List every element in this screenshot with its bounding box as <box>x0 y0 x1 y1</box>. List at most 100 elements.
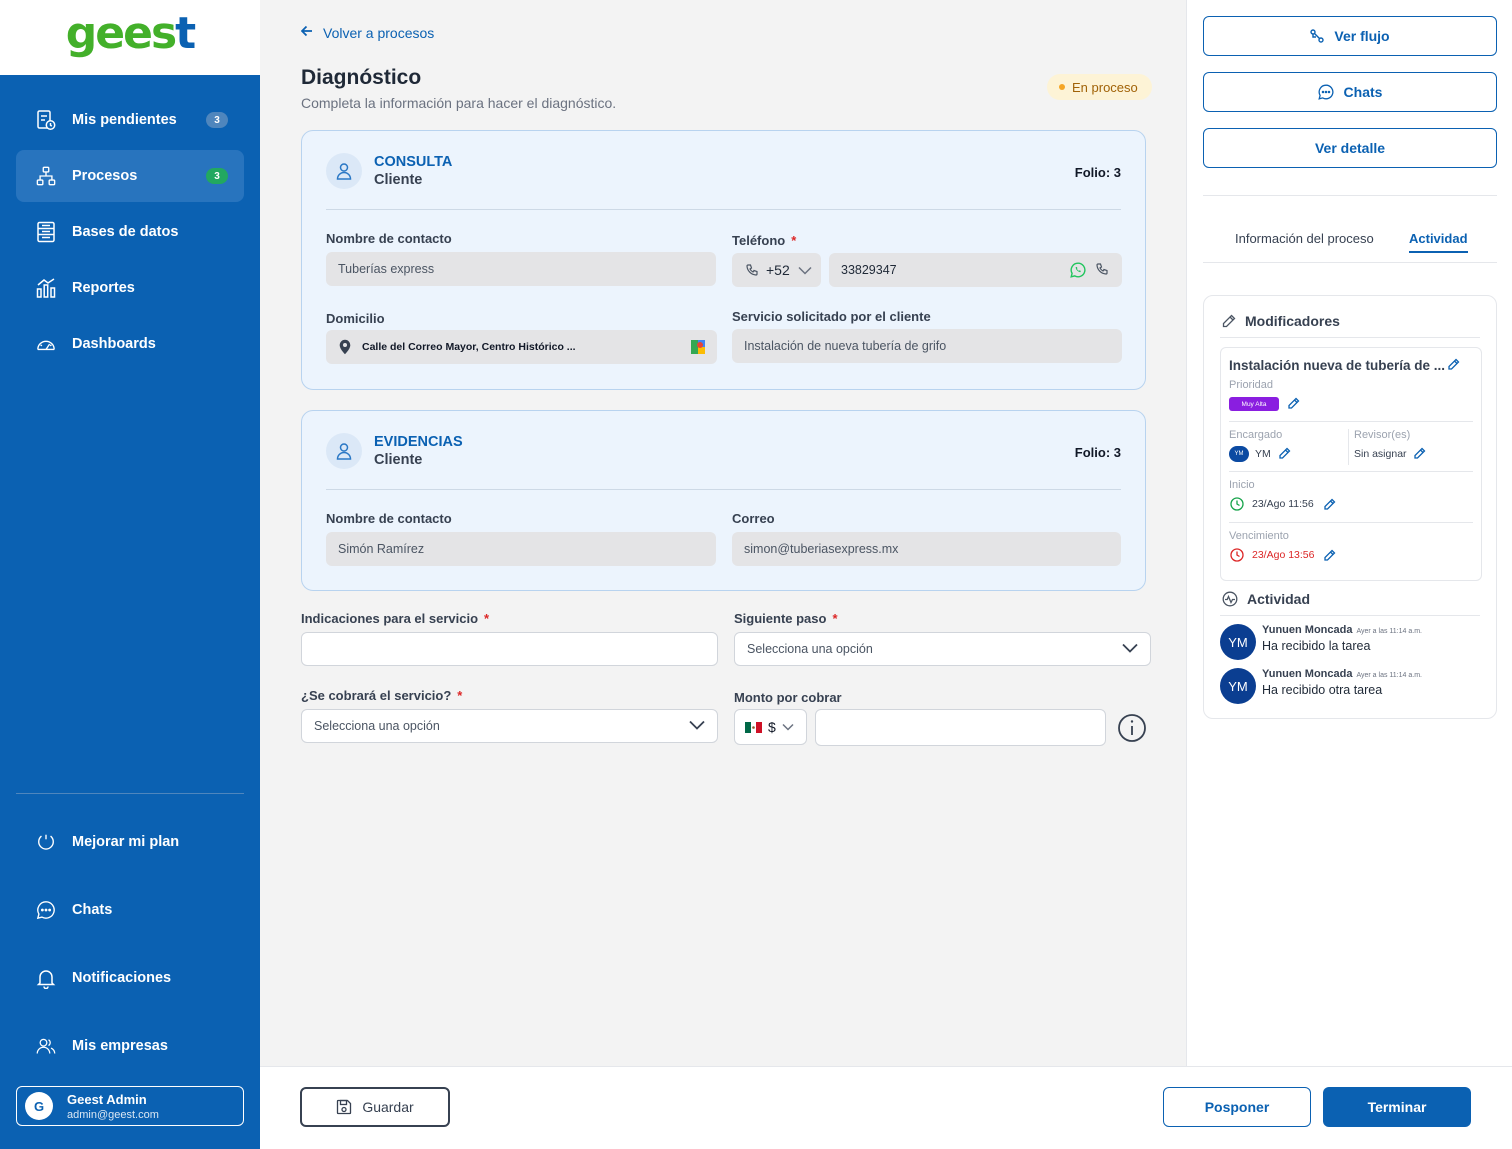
assignee-value: YM <box>1255 448 1271 460</box>
card-divider <box>326 209 1121 210</box>
activity-message: Ha recibido la tarea <box>1262 639 1371 653</box>
card-header: CONSULTA Cliente <box>326 153 452 189</box>
contact-name-field[interactable]: Simón Ramírez <box>326 532 716 566</box>
folio-label: Folio: 3 <box>1074 445 1121 460</box>
charge-service-select[interactable]: Selecciona una opción <box>301 709 718 743</box>
sidebar-item-chats[interactable]: Chats <box>16 884 244 936</box>
edit-title-pencil-icon[interactable] <box>1447 358 1460 371</box>
whatsapp-icon[interactable] <box>1070 262 1086 278</box>
edit-due-pencil-icon[interactable] <box>1323 549 1336 562</box>
power-upgrade-icon <box>36 831 56 853</box>
activity-item: YM Yunuen Moncada Ayer a las 11:14 a.m. H… <box>1220 624 1422 660</box>
amount-input[interactable] <box>815 709 1106 746</box>
activity-item: YM Yunuen Moncada Ayer a las 11:14 a.m. H… <box>1220 668 1422 704</box>
view-flow-button[interactable]: Ver flujo <box>1203 16 1497 56</box>
activity-pulse-icon <box>1222 591 1238 607</box>
geest-logo[interactable]: geest <box>66 8 196 59</box>
process-count-badge: 3 <box>206 168 228 184</box>
sidebar-item-dashboards[interactable]: Dashboards <box>16 318 244 370</box>
page-title: Diagnóstico <box>301 66 422 89</box>
user-icon <box>326 433 362 469</box>
postpone-button[interactable]: Posponer <box>1163 1087 1311 1127</box>
card-subtitle: Cliente <box>374 172 423 188</box>
tab-process-info[interactable]: Información del proceso <box>1235 231 1374 246</box>
user-email: admin@geest.com <box>67 1108 159 1121</box>
avatar: YM <box>1220 668 1256 704</box>
user-info: Geest Admin admin@geest.com <box>67 1092 159 1121</box>
email-field[interactable]: simon@tuberiasexpress.mx <box>732 532 1121 566</box>
card-title: EVIDENCIAS <box>374 434 463 450</box>
contact-name-field[interactable]: Tuberías express <box>326 252 716 286</box>
user-name: Geest Admin <box>67 1091 147 1107</box>
mexico-flag-icon <box>745 721 762 733</box>
panel-divider <box>1203 195 1497 196</box>
sidebar-item-mejorar-plan[interactable]: Mejorar mi plan <box>16 816 244 868</box>
save-button[interactable]: Guardar <box>300 1087 450 1127</box>
phone-number-value: 33829347 <box>841 263 897 277</box>
sidebar-bottom-nav: Mejorar mi plan Chats Notificaciones Mis… <box>0 812 260 1088</box>
call-icon[interactable] <box>1096 263 1108 275</box>
sidebar-item-mis-pendientes[interactable]: Mis pendientes 3 <box>16 94 244 146</box>
sidebar-item-reportes[interactable]: Reportes <box>16 262 244 314</box>
card-titles: EVIDENCIAS Cliente <box>374 434 463 468</box>
chevron-down-icon <box>689 719 705 733</box>
user-icon <box>326 153 362 189</box>
next-step-placeholder: Selecciona una opción <box>747 642 873 656</box>
currency-select[interactable]: $ <box>734 709 807 745</box>
start-label: Inicio <box>1229 479 1255 491</box>
back-link-label: Volver a procesos <box>323 24 435 41</box>
action-footer: Guardar Posponer Terminar <box>260 1066 1512 1149</box>
sidebar-item-notificaciones[interactable]: Notificaciones <box>16 952 244 1004</box>
finish-button[interactable]: Terminar <box>1323 1087 1471 1127</box>
database-list-icon <box>36 221 56 243</box>
activity-author: Yunuen Moncada Ayer a las 11:14 a.m. <box>1262 624 1422 636</box>
edit-start-pencil-icon[interactable] <box>1323 498 1336 511</box>
info-icon[interactable] <box>1117 713 1147 743</box>
service-requested-field[interactable]: Instalación de nueva tubería de grifo <box>732 329 1122 363</box>
modifiers-heading: Modificadores <box>1222 313 1340 329</box>
edit-assignee-pencil-icon[interactable] <box>1278 447 1291 460</box>
avatar: YM <box>1220 624 1256 660</box>
status-dot <box>1059 84 1065 90</box>
sidebar-item-mis-empresas[interactable]: Mis empresas <box>16 1020 244 1072</box>
page-subtitle: Completa la información para hacer el di… <box>301 95 617 111</box>
process-tree-icon <box>36 165 56 187</box>
card-subtitle: Cliente <box>374 452 423 468</box>
view-detail-label: Ver detalle <box>1314 140 1386 156</box>
section-divider <box>1220 337 1480 338</box>
phone-code-select[interactable]: +52 <box>732 253 821 287</box>
bell-icon <box>36 967 56 989</box>
address-value: Calle del Correo Mayor, Centro Histórico… <box>362 341 576 353</box>
address-label: Domicilio <box>326 311 385 326</box>
chats-label: Chats <box>1343 84 1383 100</box>
view-detail-button[interactable]: Ver detalle <box>1203 128 1497 168</box>
indications-input[interactable] <box>301 632 718 666</box>
sidebar-item-label: Chats <box>72 902 113 918</box>
priority-badge: Muy Alta <box>1229 397 1279 411</box>
next-step-select[interactable]: Selecciona una opción <box>734 632 1151 666</box>
activity-content: Yunuen Moncada Ayer a las 11:14 a.m. Ha r… <box>1262 668 1422 704</box>
clipboard-clock-icon <box>36 109 56 131</box>
pending-count-badge: 3 <box>206 112 228 128</box>
sidebar-item-bases-de-datos[interactable]: Bases de datos <box>16 206 244 258</box>
bar-chart-icon <box>36 277 56 299</box>
chats-button[interactable]: Chats <box>1203 72 1497 112</box>
sidebar-item-procesos[interactable]: Procesos 3 <box>16 150 244 202</box>
evidencias-card: EVIDENCIAS Cliente Folio: 3 Nombre de co… <box>301 410 1146 591</box>
address-field[interactable]: Calle del Correo Mayor, Centro Histórico… <box>326 330 717 364</box>
card-title: CONSULTA <box>374 154 453 170</box>
google-maps-icon[interactable] <box>691 340 705 354</box>
consulta-card: CONSULTA Cliente Folio: 3 Nombre de cont… <box>301 130 1146 390</box>
gauge-icon <box>36 333 56 355</box>
sidebar-item-label: Mis empresas <box>72 1038 168 1054</box>
user-profile-card[interactable]: G Geest Admin admin@geest.com <box>16 1086 244 1126</box>
edit-reviewer-pencil-icon[interactable] <box>1413 447 1426 460</box>
activity-message: Ha recibido otra tarea <box>1262 683 1383 697</box>
clock-start-icon <box>1230 497 1244 511</box>
edit-priority-pencil-icon[interactable] <box>1287 397 1300 410</box>
sidebar-item-label: Notificaciones <box>72 970 172 986</box>
phone-number-field[interactable]: 33829347 <box>829 253 1122 287</box>
back-to-processes-link[interactable]: Volver a procesos <box>300 24 435 41</box>
contact-name-label: Nombre de contacto <box>326 511 452 526</box>
tab-activity[interactable]: Actividad <box>1409 231 1468 253</box>
